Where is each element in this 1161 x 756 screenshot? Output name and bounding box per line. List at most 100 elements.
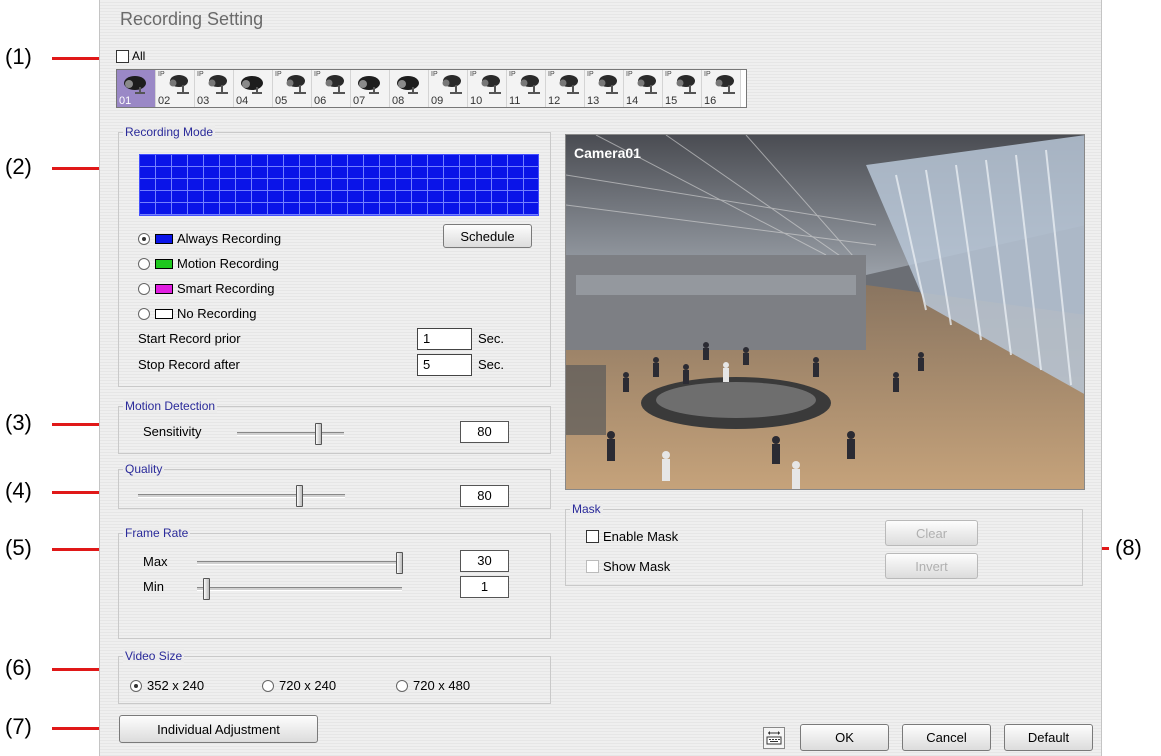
camera-channel-09[interactable]: IP 09 bbox=[429, 70, 468, 107]
camera-channel-05[interactable]: IP 05 bbox=[273, 70, 312, 107]
enable-mask-checkbox[interactable] bbox=[586, 530, 599, 543]
invert-mask-button[interactable]: Invert bbox=[885, 553, 978, 579]
radio-motion[interactable] bbox=[138, 258, 150, 270]
camera-number: 11 bbox=[509, 95, 521, 107]
schedule-button[interactable]: Schedule bbox=[443, 224, 532, 248]
video-size-720x480[interactable]: 720 x 480 bbox=[396, 678, 496, 696]
camera-number: 06 bbox=[314, 95, 327, 107]
keyboard-icon[interactable] bbox=[763, 727, 785, 749]
camera-number: 08 bbox=[392, 95, 405, 107]
video-size-720x240[interactable]: 720 x 240 bbox=[262, 678, 362, 696]
camera-channel-03[interactable]: IP 03 bbox=[195, 70, 234, 107]
sensitivity-value: 80 bbox=[460, 421, 509, 443]
camera-preview: Camera01 bbox=[565, 134, 1085, 490]
motion-swatch bbox=[155, 259, 173, 269]
all-channels-toggle[interactable]: All bbox=[116, 49, 145, 63]
camera-number: 04 bbox=[236, 95, 249, 107]
sensitivity-label: Sensitivity bbox=[143, 424, 202, 439]
keyboard-icon-graphic bbox=[766, 731, 782, 745]
stop-record-field[interactable]: 5 bbox=[417, 354, 472, 376]
camera-channel-15[interactable]: IP 15 bbox=[663, 70, 702, 107]
sensitivity-track[interactable] bbox=[237, 432, 344, 436]
show-mask-checkbox[interactable] bbox=[586, 560, 599, 573]
motion-detection-legend: Motion Detection bbox=[123, 399, 218, 413]
cancel-button[interactable]: Cancel bbox=[902, 724, 991, 751]
radio-none[interactable] bbox=[138, 308, 150, 320]
camera-channel-10[interactable]: IP 10 bbox=[468, 70, 507, 107]
callout-3: (3) bbox=[5, 410, 32, 435]
option-smart-recording[interactable]: Smart Recording bbox=[138, 280, 338, 300]
enable-mask-toggle[interactable]: Enable Mask bbox=[586, 529, 678, 544]
camera-icon bbox=[397, 76, 419, 94]
ip-badge: IP bbox=[275, 71, 282, 78]
frame-rate-max-thumb[interactable] bbox=[396, 552, 403, 574]
none-label: No Recording bbox=[177, 306, 257, 321]
camera-channel-07[interactable]: 07 bbox=[351, 70, 390, 107]
radio-720x480[interactable] bbox=[396, 680, 408, 692]
start-record-label: Start Record prior bbox=[138, 331, 241, 346]
camera-channel-14[interactable]: IP 14 bbox=[624, 70, 663, 107]
video-size-352x240[interactable]: 352 x 240 bbox=[130, 678, 230, 696]
camera-number: 01 bbox=[119, 95, 132, 107]
camera-channel-01[interactable]: 01 bbox=[117, 70, 156, 107]
ip-badge: IP bbox=[548, 71, 555, 78]
frame-rate-min-track[interactable] bbox=[197, 587, 402, 591]
camera-number: 10 bbox=[470, 95, 483, 107]
video-size-352x240-label: 352 x 240 bbox=[147, 678, 205, 693]
ip-badge: IP bbox=[665, 71, 672, 78]
sensitivity-slider-thumb[interactable] bbox=[315, 423, 322, 445]
quality-track[interactable] bbox=[138, 494, 345, 498]
individual-adjustment-button[interactable]: Individual Adjustment bbox=[119, 715, 318, 743]
radio-smart[interactable] bbox=[138, 283, 150, 295]
frame-rate-min-thumb[interactable] bbox=[203, 578, 210, 600]
camera-number: 07 bbox=[353, 95, 366, 107]
video-size-720x240-label: 720 x 240 bbox=[279, 678, 337, 693]
option-always-recording[interactable]: Always Recording bbox=[138, 230, 338, 250]
quality-legend: Quality bbox=[123, 462, 165, 476]
camera-number: 09 bbox=[431, 95, 444, 107]
camera-channel-02[interactable]: IP 02 bbox=[156, 70, 195, 107]
camera-channel-12[interactable]: IP 12 bbox=[546, 70, 585, 107]
radio-always[interactable] bbox=[138, 233, 150, 245]
ip-badge: IP bbox=[158, 71, 165, 78]
camera-channel-06[interactable]: IP 06 bbox=[312, 70, 351, 107]
mask-group: Mask bbox=[565, 502, 1083, 586]
camera-channel-04[interactable]: 04 bbox=[234, 70, 273, 107]
smart-label: Smart Recording bbox=[177, 281, 275, 296]
start-record-unit: Sec. bbox=[478, 331, 505, 346]
option-motion-recording[interactable]: Motion Recording bbox=[138, 255, 338, 275]
schedule-grid[interactable] bbox=[139, 154, 539, 216]
clear-mask-button[interactable]: Clear bbox=[885, 520, 978, 546]
option-no-recording[interactable]: No Recording bbox=[138, 305, 338, 325]
radio-352x240[interactable] bbox=[130, 680, 142, 692]
airport-terminal-image bbox=[566, 135, 1084, 489]
video-size-720x480-label: 720 x 480 bbox=[413, 678, 471, 693]
ok-button[interactable]: OK bbox=[800, 724, 889, 751]
frame-rate-legend: Frame Rate bbox=[123, 526, 191, 540]
camera-channel-16[interactable]: IP 16 bbox=[702, 70, 741, 107]
camera-channel-13[interactable]: IP 13 bbox=[585, 70, 624, 107]
default-button[interactable]: Default bbox=[1004, 724, 1093, 751]
always-label: Always Recording bbox=[177, 231, 282, 246]
radio-720x240[interactable] bbox=[262, 680, 274, 692]
motion-label: Motion Recording bbox=[177, 256, 279, 271]
callout-5: (5) bbox=[5, 535, 32, 560]
show-mask-toggle[interactable]: Show Mask bbox=[586, 559, 670, 574]
frame-rate-max-track[interactable] bbox=[197, 561, 402, 565]
ip-badge: IP bbox=[431, 71, 438, 78]
camera-number: 14 bbox=[626, 95, 639, 107]
video-size-legend: Video Size bbox=[123, 649, 185, 663]
quality-slider-thumb[interactable] bbox=[296, 485, 303, 507]
camera-number: 15 bbox=[665, 95, 678, 107]
callout-4: (4) bbox=[5, 478, 32, 503]
start-record-field[interactable]: 1 bbox=[417, 328, 472, 350]
stop-record-label: Stop Record after bbox=[138, 357, 240, 372]
camera-channel-11[interactable]: IP 11 bbox=[507, 70, 546, 107]
camera-number: 12 bbox=[548, 95, 561, 107]
callout-8: (8) bbox=[1115, 535, 1142, 560]
all-label: All bbox=[132, 49, 146, 63]
camera-icon bbox=[358, 76, 380, 94]
all-checkbox[interactable] bbox=[116, 49, 129, 63]
camera-channel-08[interactable]: 08 bbox=[390, 70, 429, 107]
frame-rate-min-label: Min bbox=[143, 579, 164, 594]
